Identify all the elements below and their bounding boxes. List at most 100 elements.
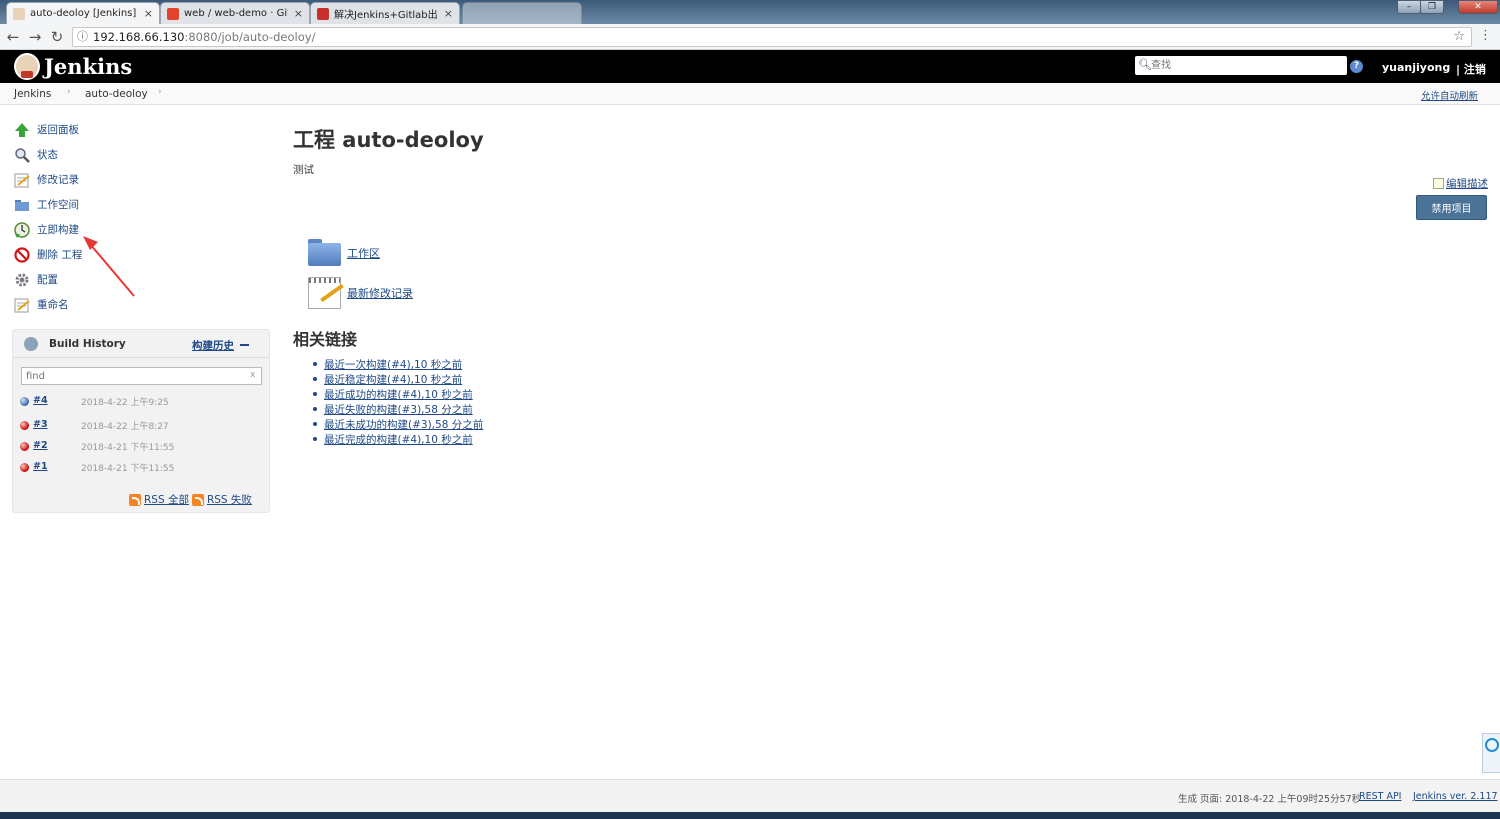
permalink[interactable]: 最近未成功的构建(#3),58 分之前 (324, 419, 483, 431)
browser-tab-csdn[interactable]: 解决Jenkins+Gitlab出 × (310, 2, 460, 24)
task-label[interactable]: 返回面板 (37, 122, 79, 137)
restore-window-icon[interactable]: ❐ (1420, 0, 1444, 14)
build-number-link[interactable]: #4 (33, 395, 48, 406)
permalink[interactable]: 最近稳定构建(#4),10 秒之前 (324, 374, 462, 386)
close-tab-icon[interactable]: × (294, 7, 303, 20)
task-back-to-dashboard[interactable]: 返回面板 (14, 117, 82, 142)
permalink[interactable]: 最近完成的构建(#4),10 秒之前 (324, 434, 473, 446)
help-icon[interactable]: ? (1350, 60, 1363, 73)
task-label[interactable]: 配置 (37, 272, 58, 287)
related-links-title: 相关链接 (293, 330, 358, 349)
task-workspace[interactable]: 工作空间 (14, 192, 82, 217)
task-delete-project[interactable]: 删除 工程 (14, 242, 82, 267)
breadcrumb-separator-icon[interactable]: › (158, 87, 162, 97)
browser-tab-blank[interactable] (462, 2, 582, 24)
jenkins-header: Jenkins 🔍︎ ? yuanjiyong | 注销 (0, 50, 1500, 83)
folder-icon (14, 197, 30, 213)
build-status-red-ball-icon (20, 442, 29, 451)
task-changes[interactable]: 修改记录 (14, 167, 82, 192)
task-build-now[interactable]: 立即构建 (14, 217, 82, 242)
workspace-link[interactable]: 工作区 (347, 245, 380, 261)
build-row[interactable]: #4 2018-4-22 上午9:25 (13, 391, 269, 412)
no-entry-icon (14, 246, 30, 263)
logout-link[interactable]: | 注销 (1456, 61, 1486, 77)
build-time: 2018-4-22 上午8:27 (81, 422, 169, 432)
rss-all-link[interactable]: RSS 全部 (144, 492, 189, 507)
close-tab-icon[interactable]: × (144, 7, 153, 20)
browser-tab-jenkins[interactable]: auto-deoloy [Jenkins] × (6, 2, 160, 24)
minimize-window-icon[interactable]: – (1397, 0, 1421, 14)
user-link[interactable]: yuanjiyong (1382, 61, 1450, 74)
build-status-blue-ball-icon (20, 397, 29, 406)
disable-project-button[interactable]: 禁用项目 (1416, 195, 1487, 220)
jenkins-logo[interactable]: Jenkins (14, 53, 132, 80)
build-clock-icon (14, 221, 30, 238)
reload-icon[interactable]: ↻ (48, 28, 66, 46)
build-status-red-ball-icon (20, 463, 29, 472)
breadcrumb: Jenkins › auto-deoloy › 允许自动刷新 (0, 83, 1500, 105)
permalink[interactable]: 最近失败的构建(#3),58 分之前 (324, 404, 473, 416)
rss-icon (191, 493, 204, 506)
os-taskbar (0, 812, 1500, 819)
task-rename[interactable]: 重命名 (14, 292, 82, 317)
build-time: 2018-4-21 下午11:55 (81, 443, 175, 453)
task-label[interactable]: 重命名 (37, 297, 69, 312)
forward-arrow-icon[interactable]: → (26, 28, 44, 46)
breadcrumb-jenkins[interactable]: Jenkins (14, 88, 51, 100)
search-input[interactable] (1151, 57, 1341, 73)
edit-description: 编辑描述 (1433, 176, 1488, 191)
magnifier-icon (14, 147, 30, 163)
site-info-icon[interactable]: ⓘ (77, 28, 88, 46)
permalink[interactable]: 最近成功的构建(#4),10 秒之前 (324, 389, 473, 401)
search-icon: 🔍︎ (1138, 58, 1152, 71)
brand-name: Jenkins (44, 54, 133, 79)
url-input[interactable]: ⓘ 192.168.66.130:8080/job/auto-deoloy/ ☆ (72, 27, 1472, 47)
list-item: 最近失败的构建(#3),58 分之前 (313, 402, 483, 417)
task-label[interactable]: 修改记录 (37, 172, 79, 187)
build-number-link[interactable]: #3 (33, 419, 48, 430)
rss-failed-link[interactable]: RSS 失败 (207, 492, 252, 507)
build-number-link[interactable]: #1 (33, 461, 48, 472)
breadcrumb-separator-icon[interactable]: › (67, 87, 71, 97)
close-tab-icon[interactable]: × (444, 7, 453, 20)
enable-autorefresh-link[interactable]: 允许自动刷新 (1421, 88, 1478, 102)
build-history-find-input[interactable] (21, 367, 262, 385)
build-row[interactable]: #1 2018-4-21 下午11:55 (13, 457, 269, 478)
task-status[interactable]: 状态 (14, 142, 82, 167)
jenkins-favicon-icon (13, 7, 25, 20)
url-host: 192.168.66.130 (93, 30, 185, 44)
folder-icon (308, 239, 341, 266)
close-window-icon[interactable]: ✕ (1458, 0, 1498, 14)
trend-icon[interactable] (240, 344, 249, 346)
build-row[interactable]: #2 2018-4-21 下午11:55 (13, 436, 269, 457)
rss-icon (129, 493, 141, 506)
rest-api-link[interactable]: REST API (1359, 791, 1402, 802)
gear-icon (14, 272, 30, 288)
task-label[interactable]: 删除 工程 (37, 247, 82, 262)
task-configure[interactable]: 配置 (14, 267, 82, 292)
build-number-link[interactable]: #2 (33, 440, 48, 451)
build-history-panel: Build History 构建历史 x #4 2018-4-22 上午9:25… (12, 329, 270, 513)
side-widget[interactable] (1482, 733, 1500, 773)
clear-find-icon[interactable]: x (250, 370, 255, 380)
list-item: 最近完成的构建(#4),10 秒之前 (313, 432, 483, 447)
breadcrumb-job[interactable]: auto-deoloy (85, 88, 148, 100)
csdn-favicon-icon (317, 7, 329, 20)
changes-big-link: 最新修改记录 (308, 277, 413, 309)
changes-link[interactable]: 最新修改记录 (347, 285, 413, 301)
browser-menu-icon[interactable]: ⋮ (1479, 28, 1492, 43)
build-row[interactable]: #3 2018-4-22 上午8:27 (13, 415, 269, 436)
build-trend-link[interactable]: 构建历史 (192, 338, 234, 353)
teamviewer-icon (1485, 738, 1499, 752)
task-label[interactable]: 工作空间 (37, 197, 79, 212)
edit-description-link[interactable]: 编辑描述 (1446, 176, 1488, 191)
tab-title: auto-deoloy [Jenkins] (30, 8, 137, 19)
build-status-red-ball-icon (20, 421, 29, 430)
bookmark-star-icon[interactable]: ☆ (1453, 28, 1465, 46)
permalink[interactable]: 最近一次构建(#4),10 秒之前 (324, 359, 462, 371)
jenkins-version-link[interactable]: Jenkins ver. 2.117 (1413, 791, 1498, 802)
task-label[interactable]: 状态 (37, 147, 58, 162)
back-arrow-icon[interactable]: ← (4, 28, 22, 46)
task-label[interactable]: 立即构建 (37, 222, 79, 237)
browser-tab-gitlab[interactable]: web / web-demo · Git × (160, 2, 310, 24)
